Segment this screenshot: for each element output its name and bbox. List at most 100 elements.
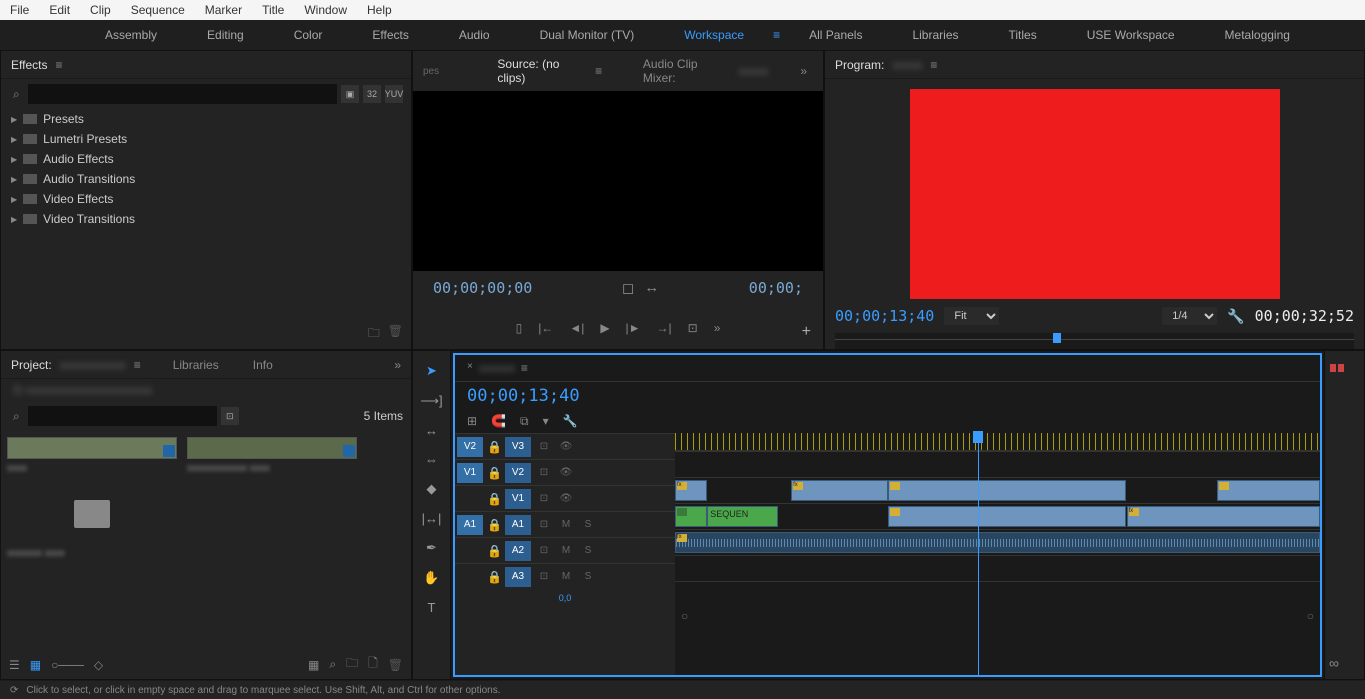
panel-menu-icon[interactable]: ≡ bbox=[930, 58, 937, 72]
mark-in-icon[interactable]: ▯ bbox=[516, 321, 523, 335]
panel-menu-icon[interactable]: ≡ bbox=[55, 58, 62, 72]
menu-title[interactable]: Title bbox=[252, 2, 294, 18]
menu-sequence[interactable]: Sequence bbox=[121, 2, 195, 18]
sync-icon[interactable]: ⟳ bbox=[10, 685, 18, 696]
timeline-tc[interactable]: 00;00;13;40 bbox=[455, 382, 1320, 410]
track-a2-lane[interactable] bbox=[675, 555, 1320, 581]
track-v2[interactable]: V2 bbox=[505, 463, 531, 483]
libraries-tab[interactable]: Libraries bbox=[173, 358, 219, 372]
sync-lock-icon[interactable]: ⊡ bbox=[535, 438, 553, 456]
timeline-tracks[interactable]: fx fx SEQUEN fx fx bbox=[675, 433, 1320, 675]
rolling-tool-icon[interactable]: ⇔ bbox=[425, 452, 438, 467]
playhead-icon[interactable] bbox=[1053, 333, 1061, 343]
folder-audio-transitions[interactable]: ▶Audio Transitions bbox=[1, 169, 411, 189]
list-view-icon[interactable]: ☰ bbox=[9, 658, 20, 672]
overwrite-icon[interactable]: » bbox=[714, 321, 721, 335]
sync-lock-icon[interactable]: ⊡ bbox=[535, 464, 553, 482]
eye-icon[interactable]: 👁 bbox=[557, 438, 575, 456]
find-icon[interactable]: ⊡ bbox=[221, 407, 239, 425]
fx-badge-2[interactable]: 32 bbox=[363, 85, 381, 103]
overflow-icon[interactable]: » bbox=[394, 358, 401, 372]
menu-window[interactable]: Window bbox=[294, 2, 357, 18]
ripple-tool-icon[interactable]: ↔ bbox=[425, 423, 438, 438]
new-bin-icon[interactable]: 🗀 bbox=[368, 324, 380, 345]
panel-menu-icon[interactable]: ≡ bbox=[134, 358, 141, 372]
folder-lumetri[interactable]: ▶Lumetri Presets bbox=[1, 129, 411, 149]
workspace-workspace[interactable]: Workspace bbox=[659, 23, 769, 47]
mute-icon[interactable]: M bbox=[557, 516, 575, 534]
panel-menu-icon[interactable]: ≡ bbox=[521, 361, 528, 375]
sync-lock-icon[interactable]: ⊡ bbox=[535, 542, 553, 560]
workspace-titles[interactable]: Titles bbox=[984, 23, 1062, 47]
folder-video-effects[interactable]: ▶Video Effects bbox=[1, 189, 411, 209]
menu-marker[interactable]: Marker bbox=[195, 2, 252, 18]
overflow-icon[interactable]: » bbox=[800, 64, 813, 78]
trash-icon[interactable]: 🗑 bbox=[388, 324, 403, 345]
pen-tool-icon[interactable]: ✒ bbox=[426, 540, 437, 556]
folder-presets[interactable]: ▶Presets bbox=[1, 109, 411, 129]
wrench-icon[interactable]: 🔧 bbox=[1227, 308, 1244, 325]
linked-selection-icon[interactable]: ⧉ bbox=[520, 414, 529, 429]
zoom-in-icon[interactable]: ○ bbox=[1307, 609, 1314, 623]
insert-icon[interactable]: ⊡ bbox=[688, 321, 698, 335]
program-scrub[interactable] bbox=[835, 333, 1354, 349]
track-a3-lane[interactable] bbox=[675, 581, 1320, 607]
new-bin-icon[interactable]: 🗀 bbox=[346, 654, 358, 675]
menu-help[interactable]: Help bbox=[357, 2, 402, 18]
workspace-use[interactable]: USE Workspace bbox=[1062, 23, 1200, 47]
quality-select[interactable]: 1/4 bbox=[1162, 307, 1217, 325]
project-item-folder[interactable]: xxxxxxx xxxx bbox=[7, 484, 177, 559]
solo-icon[interactable]: S bbox=[579, 568, 597, 586]
mute-icon[interactable]: M bbox=[557, 542, 575, 560]
zoom-out-icon[interactable]: ○ bbox=[681, 609, 688, 623]
play-icon[interactable]: ▶ bbox=[600, 321, 609, 335]
lock-icon[interactable]: 🔒 bbox=[487, 492, 501, 506]
freeform-view-icon[interactable]: ○─── bbox=[51, 658, 84, 672]
workspace-libraries[interactable]: Libraries bbox=[887, 23, 983, 47]
settings-icon[interactable]: 🔧 bbox=[563, 414, 578, 429]
track-v2-lane[interactable]: fx fx bbox=[675, 477, 1320, 503]
zoom-level-icon[interactable]: ↔ bbox=[644, 279, 659, 297]
source-tc-in[interactable]: 00;00;00;00 bbox=[433, 279, 532, 297]
menu-file[interactable]: File bbox=[0, 2, 39, 18]
sort-icon[interactable]: ◇ bbox=[94, 658, 103, 672]
new-item-icon[interactable]: 🗋 bbox=[368, 654, 378, 675]
slip-tool-icon[interactable]: |↔| bbox=[422, 511, 442, 526]
automate-icon[interactable]: ▦ bbox=[308, 658, 319, 672]
step-forward-icon[interactable]: |► bbox=[626, 321, 641, 335]
track-a1[interactable]: A1 bbox=[505, 515, 531, 535]
lock-icon[interactable]: 🔒 bbox=[487, 544, 501, 558]
track-a1-src[interactable]: A1 bbox=[457, 515, 483, 535]
menu-clip[interactable]: Clip bbox=[80, 2, 121, 18]
mute-icon[interactable]: M bbox=[557, 568, 575, 586]
workspace-allpanels[interactable]: All Panels bbox=[784, 23, 887, 47]
lock-icon[interactable]: 🔒 bbox=[487, 440, 501, 454]
track-a1-lane[interactable]: fx bbox=[675, 529, 1320, 555]
menu-edit[interactable]: Edit bbox=[39, 2, 80, 18]
loop-icon[interactable]: ∞ bbox=[1329, 655, 1339, 671]
workspace-editing[interactable]: Editing bbox=[182, 23, 269, 47]
fx-badge-1[interactable]: ▣ bbox=[341, 85, 359, 103]
lock-icon[interactable]: 🔒 bbox=[487, 570, 501, 584]
add-button-icon[interactable]: + bbox=[802, 323, 811, 341]
lock-icon[interactable]: 🔒 bbox=[487, 466, 501, 480]
eye-icon[interactable]: 👁 bbox=[557, 490, 575, 508]
sync-lock-icon[interactable]: ⊡ bbox=[535, 568, 553, 586]
solo-icon[interactable]: S bbox=[579, 542, 597, 560]
timeline-ruler[interactable] bbox=[675, 433, 1320, 451]
workspace-menu-icon[interactable]: ≡ bbox=[769, 28, 784, 42]
eye-icon[interactable]: 👁 bbox=[557, 464, 575, 482]
workspace-metalogging[interactable]: Metalogging bbox=[1200, 23, 1315, 47]
sync-lock-icon[interactable]: ⊡ bbox=[535, 490, 553, 508]
track-v3[interactable]: V3 bbox=[505, 437, 531, 457]
track-a3[interactable]: A3 bbox=[505, 567, 531, 587]
go-to-in-icon[interactable]: |← bbox=[538, 321, 553, 335]
source-tc-out[interactable]: 00;00; bbox=[749, 279, 803, 297]
step-back-icon[interactable]: ◄| bbox=[569, 321, 584, 335]
mixer-title[interactable]: Audio Clip Mixer: bbox=[643, 57, 722, 85]
workspace-dual[interactable]: Dual Monitor (TV) bbox=[515, 23, 660, 47]
track-v1-src[interactable]: V1 bbox=[457, 463, 483, 483]
workspace-assembly[interactable]: Assembly bbox=[80, 23, 182, 47]
icon-view-icon[interactable]: ▦ bbox=[30, 658, 41, 672]
go-to-out-icon[interactable]: →| bbox=[657, 321, 672, 335]
